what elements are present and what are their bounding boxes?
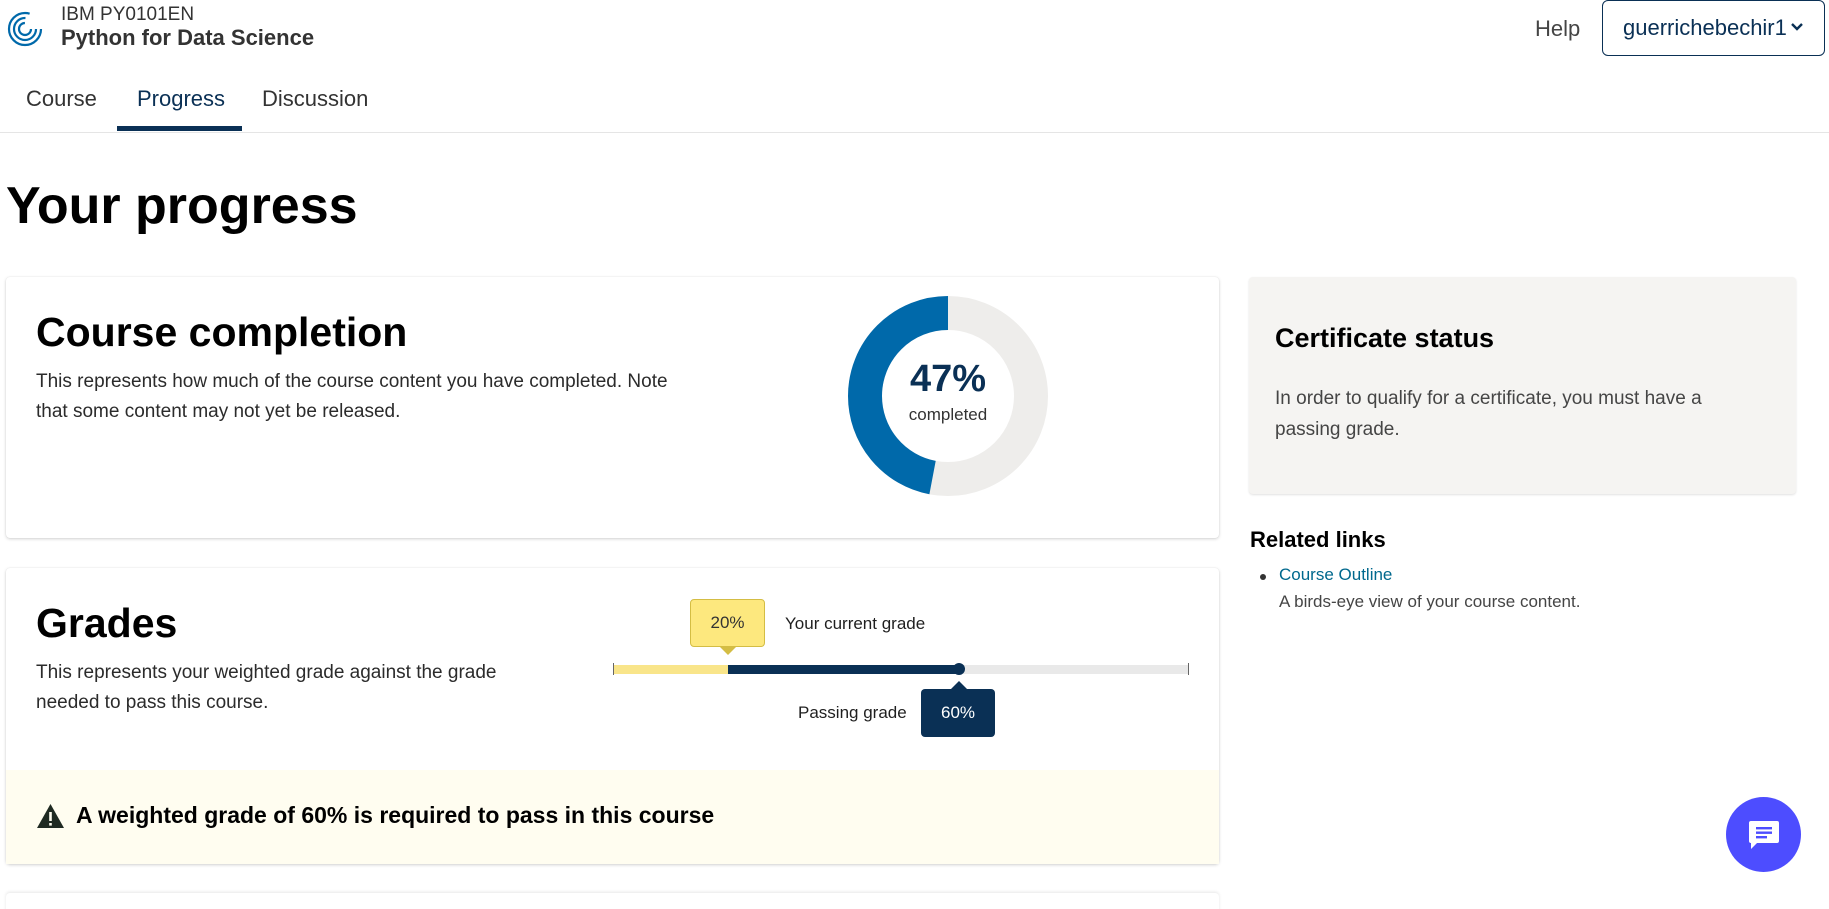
grades-title: Grades bbox=[36, 600, 178, 646]
course-outline-description: A birds-eye view of your course content. bbox=[1279, 592, 1581, 611]
course-title: Python for Data Science bbox=[61, 25, 315, 50]
next-card-edge bbox=[6, 893, 1219, 909]
chat-button[interactable] bbox=[1726, 797, 1801, 872]
page-title: Your progress bbox=[6, 177, 358, 235]
spiral-logo-icon[interactable] bbox=[6, 10, 44, 48]
course-outline-link[interactable]: Course Outline bbox=[1279, 565, 1392, 585]
completion-description: This represents how much of the course c… bbox=[36, 371, 668, 422]
tab-progress[interactable]: Progress bbox=[137, 86, 225, 130]
certificate-status-text: In order to qualify for a certificate, y… bbox=[1275, 388, 1702, 440]
help-link[interactable]: Help bbox=[1535, 16, 1580, 42]
tab-course[interactable]: Course bbox=[26, 86, 97, 130]
passing-grade-tooltip: 60% bbox=[921, 689, 995, 737]
chat-bubble-icon bbox=[1748, 820, 1779, 849]
current-grade-tooltip-arrow bbox=[719, 646, 737, 655]
warning-triangle-icon bbox=[37, 804, 64, 828]
current-grade-tooltip: 20% bbox=[690, 599, 765, 647]
completion-title: Course completion bbox=[36, 309, 408, 355]
chevron-down-icon bbox=[1791, 19, 1803, 37]
related-links-title: Related links bbox=[1250, 527, 1386, 552]
completion-label: completed bbox=[908, 405, 988, 424]
username-label: guerrichebechir1 bbox=[1623, 15, 1787, 40]
passing-grade-caption: Passing grade bbox=[798, 703, 907, 722]
grade-bar-end-tick bbox=[1188, 663, 1189, 675]
certificate-status-title: Certificate status bbox=[1275, 323, 1495, 353]
current-grade-caption: Your current grade bbox=[785, 614, 926, 633]
passing-requirement-banner: A weighted grade of 60% is required to p… bbox=[6, 770, 1219, 864]
list-bullet bbox=[1260, 574, 1266, 580]
active-tab-indicator bbox=[117, 126, 242, 131]
course-tabs: Course Progress Discussion bbox=[0, 80, 1829, 133]
passing-requirement-text: A weighted grade of 60% is required to p… bbox=[76, 802, 715, 828]
passing-grade-marker bbox=[952, 663, 965, 675]
site-header: IBM PY0101EN Python for Data Science Hel… bbox=[0, 0, 1829, 64]
grade-bar-current-fill bbox=[613, 665, 729, 674]
certificate-status-card: Certificate status In order to qualify f… bbox=[1249, 277, 1796, 494]
grade-bar-start-tick bbox=[613, 663, 614, 675]
user-menu-button[interactable]: guerrichebechir1 bbox=[1602, 0, 1825, 56]
tab-discussion[interactable]: Discussion bbox=[262, 86, 368, 130]
grades-description: This represents your weighted grade agai… bbox=[36, 662, 497, 713]
completion-percent: 47% bbox=[909, 358, 987, 400]
course-org: IBM PY0101EN bbox=[61, 4, 195, 25]
